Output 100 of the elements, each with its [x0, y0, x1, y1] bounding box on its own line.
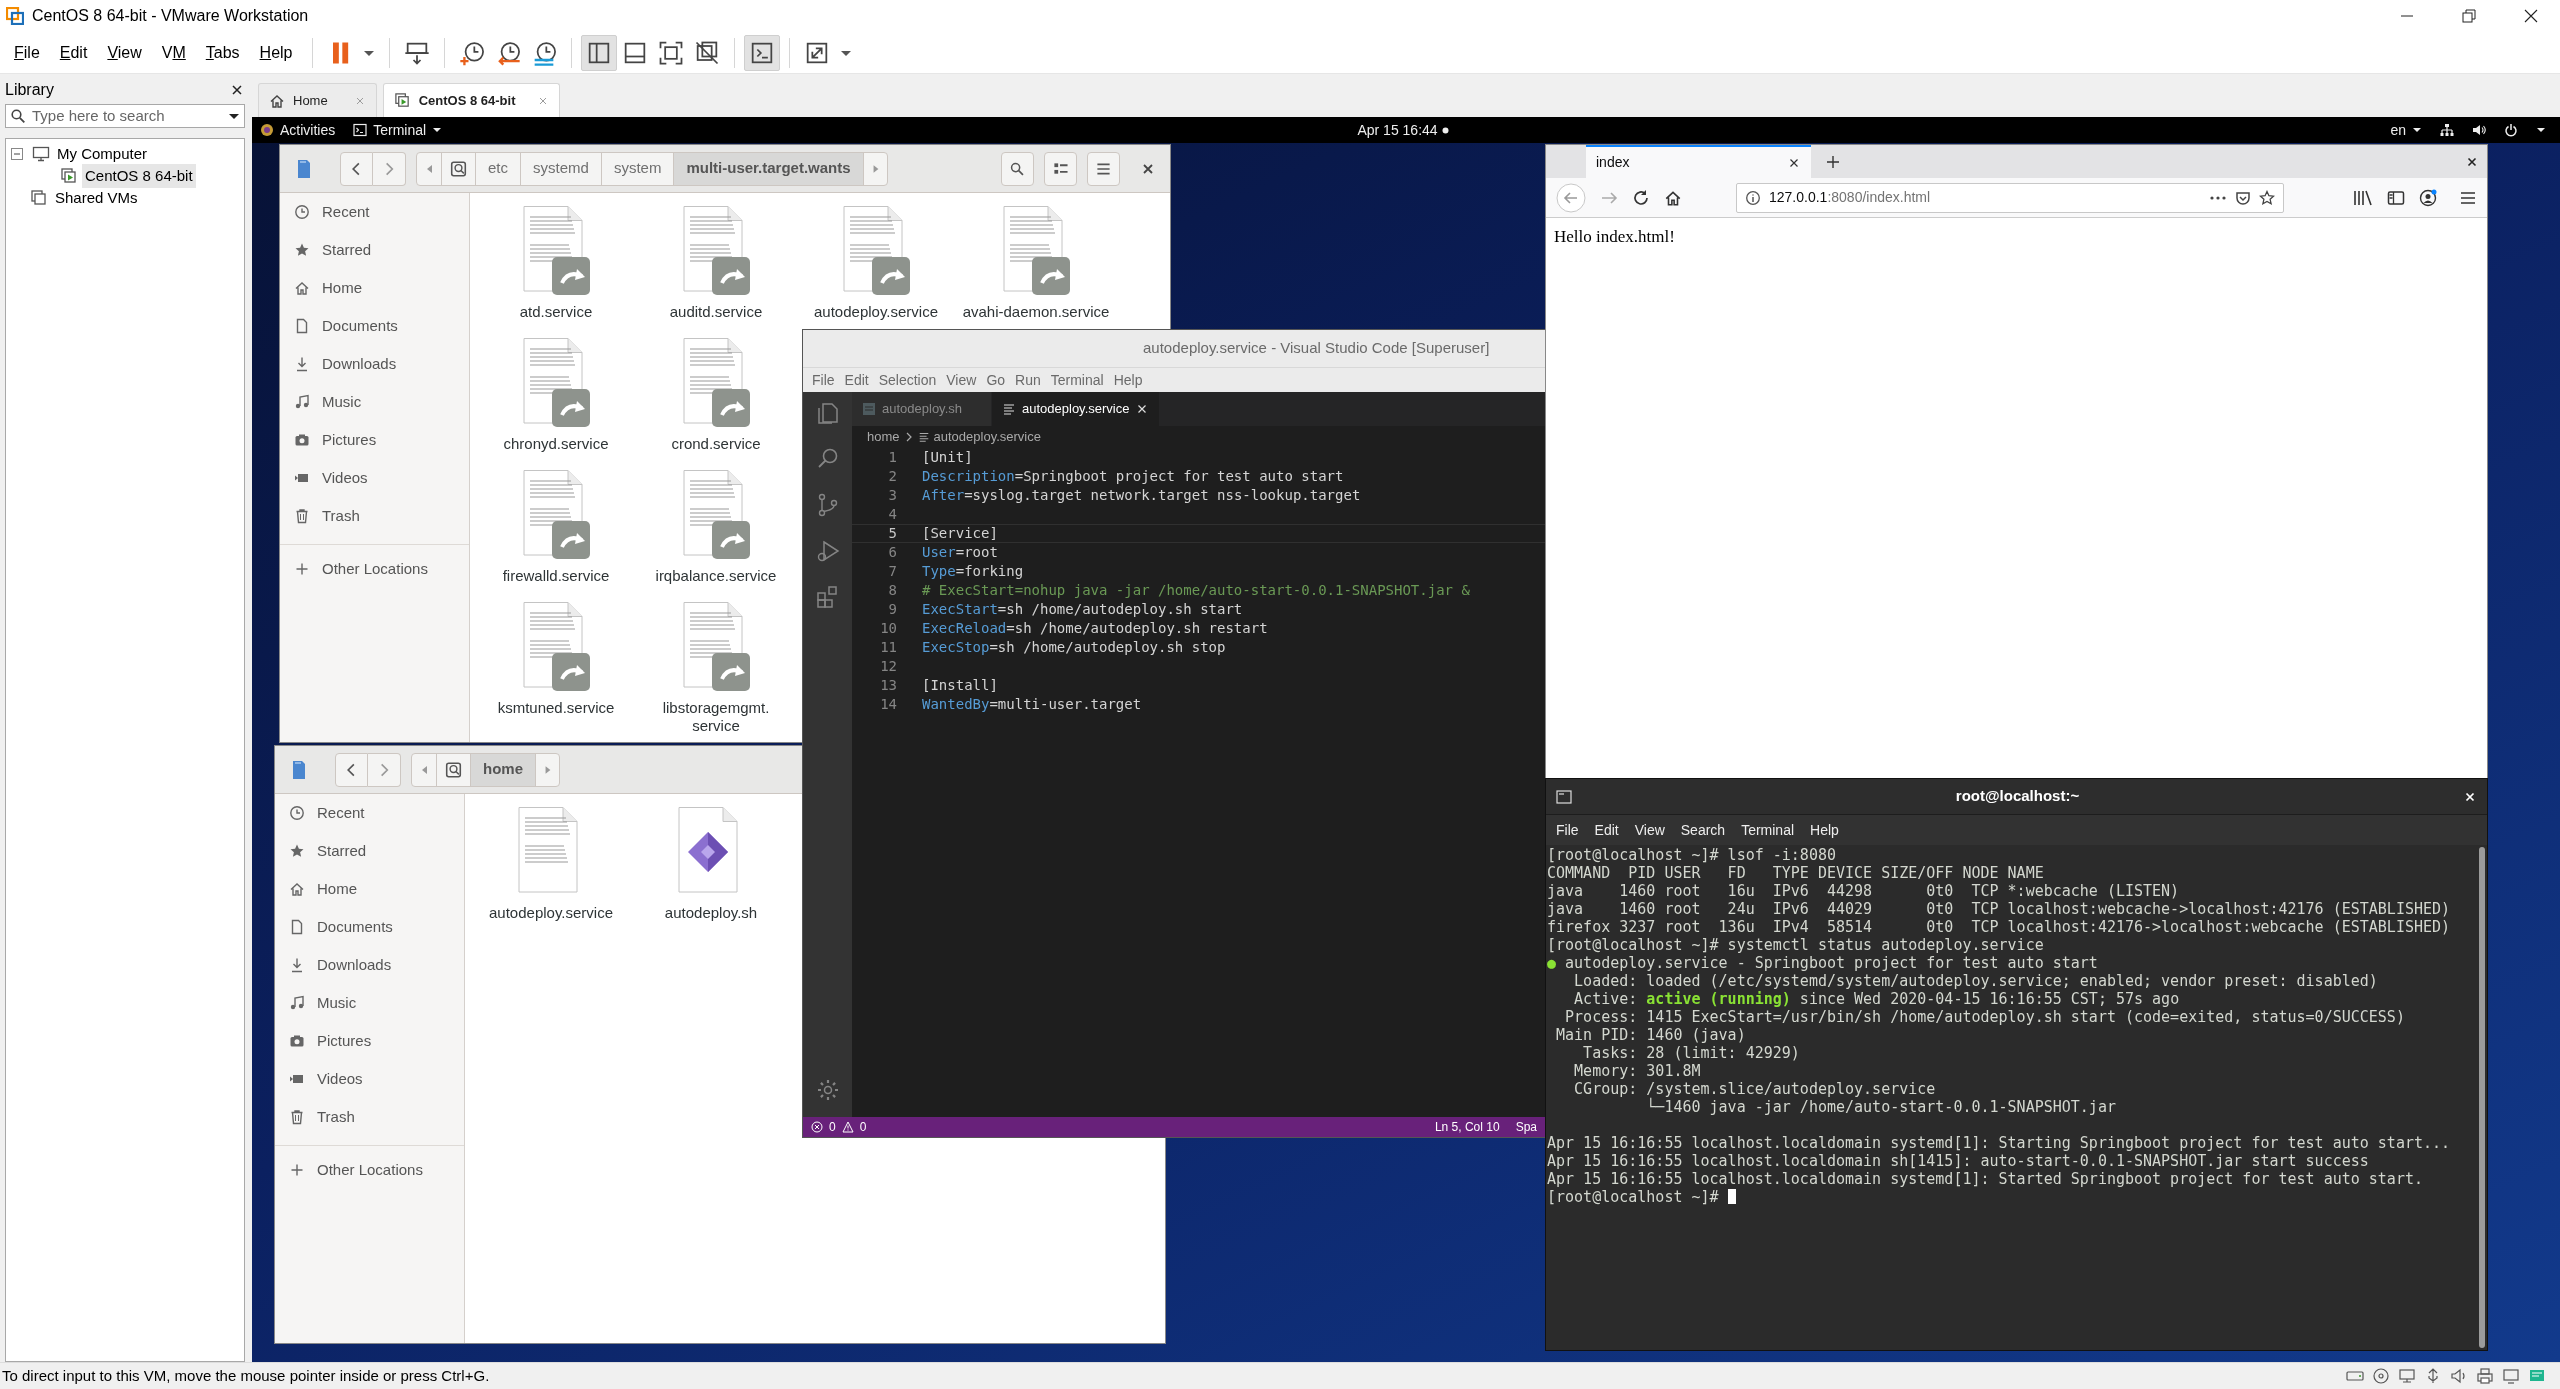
- menu-item[interactable]: Run: [1010, 369, 1046, 391]
- tab[interactable]: CentOS 8 64-bit: [382, 83, 561, 117]
- power-icon[interactable]: [2504, 123, 2518, 137]
- menu-item[interactable]: Help: [1802, 819, 1847, 841]
- cursor-position[interactable]: Ln 5, Col 10: [1434, 1118, 1500, 1136]
- sidebar-item[interactable]: Videos: [275, 1060, 464, 1098]
- menu-item[interactable]: Selection: [873, 369, 942, 391]
- menu-item[interactable]: Tabs: [195, 36, 250, 69]
- sidebar-item[interactable]: Pictures: [275, 1022, 464, 1060]
- document-entry[interactable]: firewalld.service: [476, 469, 636, 585]
- sidebar-item[interactable]: Trash: [280, 497, 469, 535]
- sidebar-item[interactable]: Pictures: [280, 421, 469, 459]
- path-segment[interactable]: systemd: [520, 152, 601, 185]
- path-segment[interactable]: home: [470, 753, 535, 786]
- document-entry[interactable]: ksmtuned.service: [476, 601, 636, 717]
- star-icon[interactable]: [2259, 189, 2275, 206]
- sidebar-item[interactable]: Music: [275, 984, 464, 1022]
- tree-item[interactable]: CentOS 8 64-bit: [82, 163, 196, 189]
- menu-item[interactable]: Terminal: [1733, 819, 1803, 841]
- path-segment[interactable]: multi-user.target.wants: [673, 152, 863, 185]
- sidebar-item[interactable]: Recent: [275, 794, 464, 832]
- speaker-icon[interactable]: [2450, 1367, 2468, 1385]
- menu-item[interactable]: Go: [981, 369, 1011, 391]
- menu-button[interactable]: [1087, 151, 1120, 186]
- sidebar-item[interactable]: Downloads: [275, 946, 464, 984]
- sidebar-item[interactable]: Downloads: [280, 345, 469, 383]
- network-adapter-icon[interactable]: [2398, 1367, 2416, 1385]
- menu-item[interactable]: File: [1548, 819, 1587, 841]
- expander-icon[interactable]: [10, 147, 24, 161]
- tab[interactable]: Home: [258, 83, 377, 117]
- volume-icon[interactable]: [2472, 123, 2486, 137]
- printer-icon[interactable]: [2476, 1367, 2494, 1385]
- view-toggle-button[interactable]: [1044, 151, 1077, 186]
- document-entry[interactable]: avahi-daemon.service: [956, 205, 1116, 321]
- menu-item[interactable]: VM: [151, 36, 196, 69]
- document-entry[interactable]: chronyd.service: [476, 337, 636, 453]
- menu-item[interactable]: Edit: [49, 36, 98, 69]
- indentation-status[interactable]: Spa: [1515, 1118, 1537, 1136]
- sidebar-item[interactable]: Videos: [280, 459, 469, 497]
- tab[interactable]: index: [1586, 145, 1811, 178]
- search-button[interactable]: [1001, 151, 1034, 186]
- activities-button[interactable]: Activities: [260, 119, 336, 141]
- sidebar-icon[interactable]: [2387, 189, 2405, 206]
- sidebar-item[interactable]: Documents: [280, 307, 469, 345]
- breadcrumb-item[interactable]: home: [867, 427, 900, 447]
- sidebar-item[interactable]: Home: [280, 269, 469, 307]
- document-entry[interactable]: irqbalance.service: [636, 469, 796, 585]
- menu-item[interactable]: View: [1626, 819, 1673, 841]
- app-menu[interactable]: Terminal: [353, 119, 443, 141]
- breadcrumb-item[interactable]: autodeploy.service: [933, 427, 1041, 447]
- disc-icon[interactable]: [2372, 1367, 2390, 1385]
- pocket-icon[interactable]: [2235, 189, 2251, 206]
- document-entry[interactable]: libstoragemgmt.service: [636, 601, 796, 735]
- sidebar-item[interactable]: Trash: [275, 1098, 464, 1136]
- keyboard-menu[interactable]: en: [2390, 119, 2422, 141]
- search-input[interactable]: Type here to search: [32, 104, 222, 128]
- sidebar-item[interactable]: Starred: [280, 231, 469, 269]
- sidebar-item[interactable]: Starred: [275, 832, 464, 870]
- new-tab-icon[interactable]: [1825, 153, 1841, 170]
- error-count[interactable]: 0: [829, 1118, 836, 1136]
- menu-item[interactable]: File: [807, 369, 840, 391]
- close-icon[interactable]: [2524, 9, 2538, 23]
- document-entry[interactable]: autodeploy.service: [796, 205, 956, 321]
- sidebar-item[interactable]: Home: [275, 870, 464, 908]
- menu-item[interactable]: File: [4, 36, 50, 69]
- caret-icon[interactable]: [2536, 125, 2546, 135]
- network-icon[interactable]: [2440, 123, 2454, 137]
- sidebar-item[interactable]: Music: [280, 383, 469, 421]
- sidebar-item[interactable]: Other Locations: [280, 550, 469, 588]
- warning-count[interactable]: 0: [859, 1118, 867, 1136]
- menu-item[interactable]: Edit: [839, 369, 874, 391]
- reload-icon[interactable]: [1632, 188, 1650, 207]
- document-entry[interactable]: autodeploy.sh: [631, 806, 791, 922]
- menu-item[interactable]: Terminal: [1045, 369, 1109, 391]
- menu-icon[interactable]: [2459, 189, 2477, 206]
- menu-item[interactable]: Help: [1108, 369, 1148, 391]
- sidebar-item[interactable]: Other Locations: [275, 1151, 464, 1189]
- console-icon[interactable]: [743, 34, 780, 71]
- sidebar-item[interactable]: Documents: [275, 908, 464, 946]
- library-icon[interactable]: [2353, 188, 2373, 207]
- address-bar[interactable]: 127.0.0.1:8080/index.html: [1736, 182, 2284, 213]
- menu-item[interactable]: Search: [1672, 819, 1734, 841]
- menu-item[interactable]: Help: [249, 36, 303, 69]
- sidebar-item[interactable]: Recent: [280, 193, 469, 231]
- menu-item[interactable]: Edit: [1586, 819, 1627, 841]
- document-entry[interactable]: crond.service: [636, 337, 796, 453]
- clock[interactable]: Apr 15 16:44: [1357, 119, 1438, 141]
- menu-item[interactable]: View: [941, 369, 982, 391]
- menu-item[interactable]: View: [97, 36, 152, 69]
- document-entry[interactable]: auditd.service: [636, 205, 796, 321]
- display-icon[interactable]: [2502, 1367, 2520, 1385]
- tab[interactable]: autodeploy.sh: [852, 392, 992, 426]
- path-segment[interactable]: etc: [475, 152, 520, 185]
- account-icon[interactable]: [2419, 188, 2437, 207]
- search-field[interactable]: Type here to search: [5, 104, 245, 128]
- info-icon[interactable]: [1745, 189, 1761, 206]
- restore-icon[interactable]: [2462, 9, 2476, 23]
- document-entry[interactable]: atd.service: [476, 205, 636, 321]
- sidebar-layout-icon[interactable]: [580, 34, 617, 71]
- tab[interactable]: autodeploy.service: [992, 392, 1161, 426]
